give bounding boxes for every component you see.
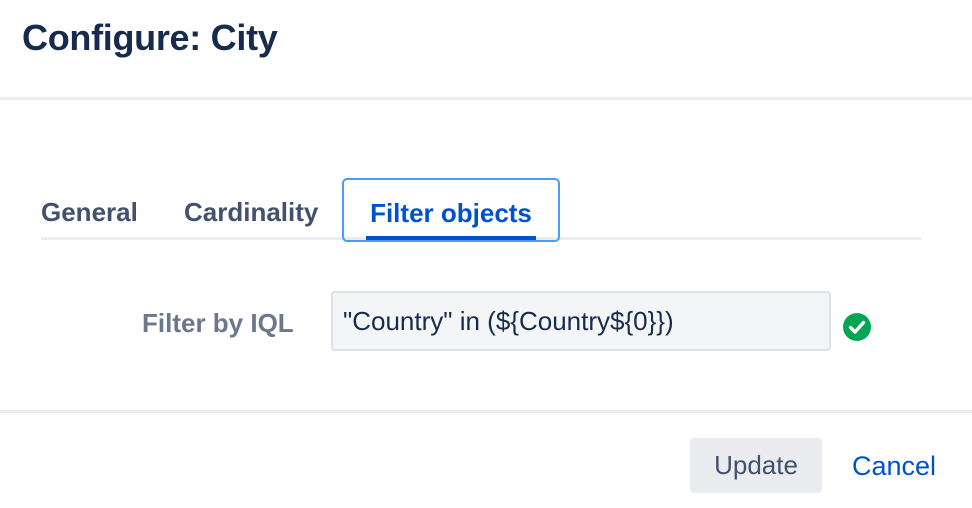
check-circle-icon	[843, 313, 871, 341]
update-button[interactable]: Update	[690, 438, 822, 493]
tab-general[interactable]: General	[41, 178, 138, 240]
dialog-title: Configure: City	[22, 17, 278, 58]
tab-filter-objects-label: Filter objects	[370, 198, 532, 228]
tab-filter-objects[interactable]: Filter objects	[342, 178, 560, 242]
tab-cardinality[interactable]: Cardinality	[184, 178, 318, 240]
filter-iql-label: Filter by IQL	[142, 308, 294, 338]
filter-iql-input[interactable]	[331, 291, 831, 351]
header-divider	[0, 97, 972, 100]
footer-divider	[0, 410, 972, 413]
cancel-link[interactable]: Cancel	[852, 451, 936, 482]
tab-strip: General Cardinality Filter objects	[41, 178, 921, 242]
dialog-header: Configure: City	[0, 0, 972, 98]
active-tab-underline	[366, 236, 536, 240]
